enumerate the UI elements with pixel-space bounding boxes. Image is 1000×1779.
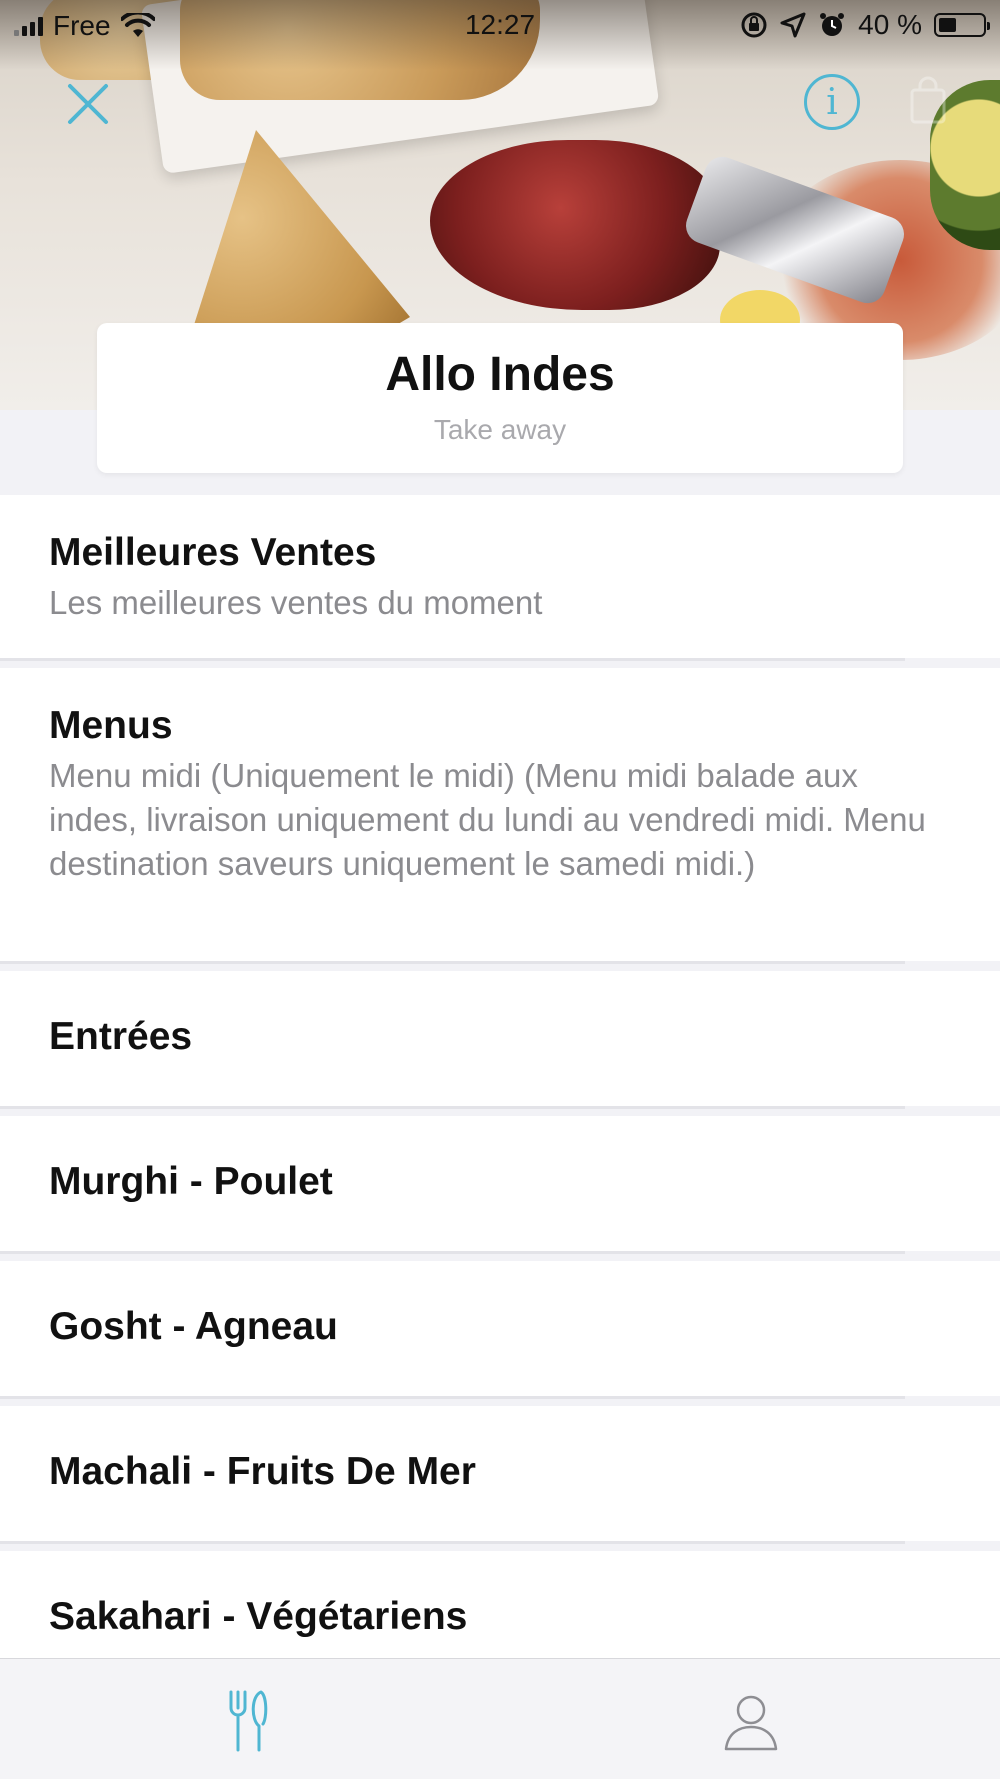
tab-bar [0,1658,1000,1779]
tab-profile[interactable] [716,1687,786,1757]
category-title: Menus [49,704,173,747]
battery-percent: 40 % [858,9,922,40]
info-button[interactable]: i [804,74,860,130]
battery-icon [934,13,990,37]
cart-button[interactable] [908,76,948,126]
category-list: Meilleures Ventes Les meilleures ventes … [0,495,1000,1696]
category-item-entrees[interactable]: Entrées [0,971,1000,1109]
info-icon: i [826,81,838,123]
category-title: Entrées [49,1015,193,1058]
category-description: Menu midi (Uniquement le midi) (Menu mid… [49,757,926,882]
tab-menu[interactable] [214,1687,284,1757]
close-icon [68,84,108,124]
category-item-murghi-poulet[interactable]: Murghi - Poulet [0,1116,1000,1254]
shopping-bag-icon [910,76,946,124]
close-button[interactable] [58,74,118,134]
rotation-lock-icon [741,12,767,38]
category-title: Sakahari - Végétariens [49,1595,468,1638]
category-item-menus[interactable]: Menus Menu midi (Uniquement le midi) (Me… [0,668,1000,964]
category-title: Machali - Fruits De Mer [49,1450,476,1493]
category-title: Murghi - Poulet [49,1160,333,1203]
alarm-icon [820,13,845,36]
category-item-machali-fruits-de-mer[interactable]: Machali - Fruits De Mer [0,1406,1000,1544]
status-bar: Free 12:27 40 % [0,0,1000,50]
category-title: Meilleures Ventes [49,531,377,574]
restaurant-subtitle: Take away [433,414,567,445]
fork-knife-icon [229,1690,268,1752]
category-item-gosht-agneau[interactable]: Gosht - Agneau [0,1261,1000,1399]
category-item-meilleures-ventes[interactable]: Meilleures Ventes Les meilleures ventes … [0,495,1000,661]
restaurant-header-card: Allo Indes Take away [97,323,903,473]
category-title: Gosht - Agneau [49,1305,338,1348]
location-arrow-icon [780,12,806,38]
restaurant-name: Allo Indes [385,348,615,401]
category-description: Les meilleures ventes du moment [49,584,543,621]
profile-icon [724,1695,778,1751]
